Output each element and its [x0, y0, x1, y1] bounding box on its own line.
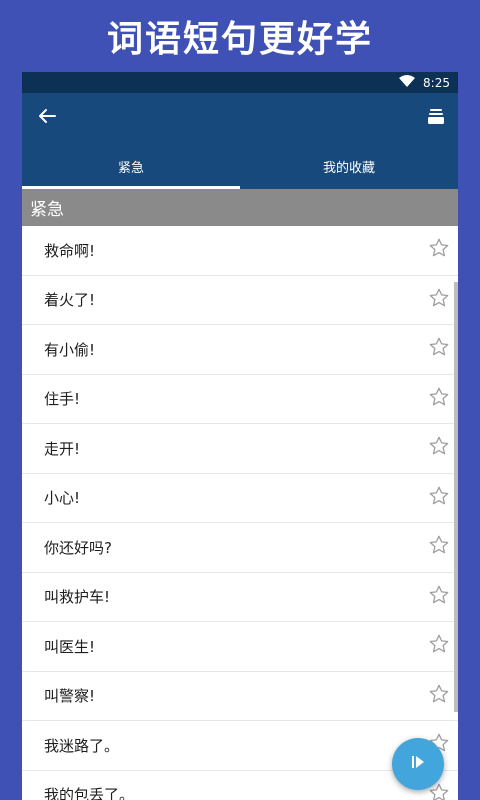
- play-icon: [409, 753, 427, 775]
- star-outline-icon[interactable]: [428, 485, 450, 511]
- list-item[interactable]: 住手!: [22, 375, 458, 424]
- star-outline-icon[interactable]: [428, 534, 450, 560]
- list-item[interactable]: 救命啊!: [22, 226, 458, 276]
- phrase-text: 叫警察!: [44, 687, 96, 706]
- play-button[interactable]: [392, 738, 444, 790]
- list-item[interactable]: 叫医生!: [22, 622, 458, 672]
- list-item[interactable]: 叫救护车!: [22, 573, 458, 622]
- scrollbar[interactable]: [454, 282, 458, 712]
- list-item[interactable]: 我的包丢了。: [22, 771, 458, 800]
- list-item[interactable]: 小心!: [22, 474, 458, 523]
- tab-emergency[interactable]: 紧急: [22, 143, 240, 189]
- status-time: 8:25: [423, 75, 450, 90]
- list-item[interactable]: 着火了!: [22, 276, 458, 325]
- tab-bar: 紧急 我的收藏: [22, 143, 458, 189]
- phrase-text: 有小偷!: [44, 340, 96, 359]
- phrase-text: 救命啊!: [44, 241, 96, 260]
- star-outline-icon[interactable]: [428, 683, 450, 709]
- wifi-icon: [399, 75, 416, 90]
- phrase-text: 我迷路了。: [44, 736, 120, 755]
- phrase-text: 走开!: [44, 439, 81, 458]
- phrase-text: 住手!: [44, 390, 81, 409]
- star-outline-icon[interactable]: [428, 584, 450, 610]
- status-bar: 8:25: [22, 72, 458, 93]
- phrase-text: 我的包丢了。: [44, 786, 135, 800]
- star-outline-icon[interactable]: [428, 386, 450, 412]
- phrase-text: 着火了!: [44, 291, 96, 310]
- promo-title: 词语短句更好学: [106, 19, 373, 60]
- phrase-text: 叫医生!: [44, 637, 96, 656]
- phone-screen: 8:25 紧急 我的收藏 紧急 救命啊! 着火了! 有小偷! 住手! 走开! 小…: [22, 72, 458, 800]
- star-outline-icon[interactable]: [428, 336, 450, 362]
- list-item[interactable]: 有小偷!: [22, 325, 458, 375]
- phrase-text: 小心!: [44, 489, 81, 508]
- back-icon[interactable]: [38, 108, 56, 128]
- phrase-text: 叫救护车!: [44, 588, 111, 607]
- phrase-list: 救命啊! 着火了! 有小偷! 住手! 走开! 小心! 你还好吗? 叫救护车! 叫…: [22, 226, 458, 800]
- app-bar: [22, 93, 458, 143]
- list-item[interactable]: 走开!: [22, 424, 458, 474]
- section-header: 紧急: [22, 189, 458, 226]
- stack-icon[interactable]: [426, 106, 446, 130]
- star-outline-icon[interactable]: [428, 435, 450, 461]
- star-outline-icon[interactable]: [428, 633, 450, 659]
- star-outline-icon[interactable]: [428, 237, 450, 263]
- list-item[interactable]: 你还好吗?: [22, 523, 458, 573]
- star-outline-icon[interactable]: [428, 287, 450, 313]
- phrase-text: 你还好吗?: [44, 538, 112, 557]
- list-item[interactable]: 叫警察!: [22, 672, 458, 721]
- tab-favorites[interactable]: 我的收藏: [240, 143, 458, 189]
